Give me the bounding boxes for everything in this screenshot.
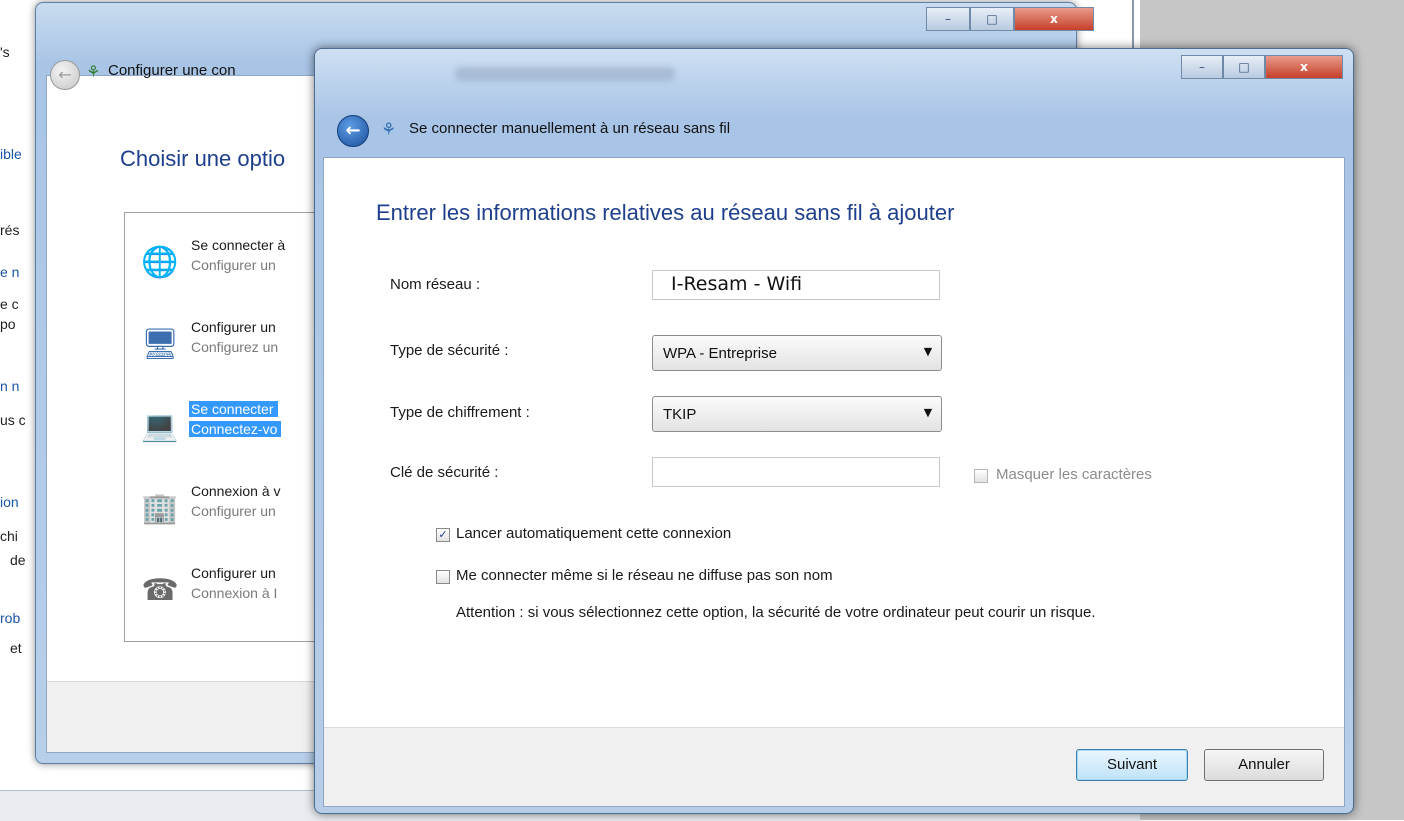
- background-link[interactable]: e n: [0, 264, 19, 280]
- connection-option[interactable]: 🖥 Configurer un Configurez un: [133, 317, 333, 377]
- blurred-caption: [455, 67, 675, 81]
- background-text: rés: [0, 222, 20, 238]
- background-text: 's: [0, 44, 10, 60]
- option-subtitle: Configurez un: [191, 339, 279, 355]
- security-key-input[interactable]: [652, 457, 940, 487]
- connection-option[interactable]: 🏢 Connexion à v Configurer un: [133, 481, 333, 541]
- dialog-footer: Suivant Annuler: [324, 727, 1344, 806]
- background-text: po: [0, 316, 16, 332]
- connect-hidden-label: Me connecter même si le réseau ne diffus…: [456, 567, 833, 584]
- background-text: e c: [0, 296, 19, 312]
- option-title: Se connecter: [189, 401, 278, 417]
- security-type-select[interactable]: WPA - Entreprise ▼: [652, 335, 942, 371]
- auto-start-label: Lancer automatiquement cette connexion: [456, 525, 732, 542]
- encryption-type-value: TKIP: [663, 406, 697, 423]
- dialog-title: Se connecter manuellement à un réseau sa…: [409, 120, 731, 137]
- background-link[interactable]: rob: [0, 610, 20, 626]
- back-window-controls: – □ x: [926, 7, 1098, 33]
- option-subtitle: Connectez-vo: [189, 421, 282, 437]
- background-text: us c: [0, 412, 26, 428]
- dropdown-arrow-icon: ▼: [923, 406, 933, 419]
- connection-options-list: 🌐 Se connecter à Configurer un 🖥 Configu…: [124, 212, 346, 642]
- globe-network-icon: 🌐: [141, 245, 179, 280]
- back-window-title: Configurer une con: [108, 62, 236, 79]
- manual-wifi-dialog: – □ x ← ⚘ Se connecter manuellement à un…: [314, 48, 1354, 814]
- encryption-type-select[interactable]: TKIP ▼: [652, 396, 942, 432]
- cancel-button[interactable]: Annuler: [1204, 749, 1324, 781]
- connection-option-selected[interactable]: 💻 Se connecter Connectez-vo: [133, 399, 333, 459]
- wireless-network-icon: ⚘: [381, 120, 397, 140]
- security-type-label: Type de sécurité :: [390, 342, 509, 359]
- background-text: et: [10, 640, 22, 656]
- background-link[interactable]: n n: [0, 378, 19, 394]
- router-network-icon: 🖥: [140, 327, 180, 362]
- security-type-value: WPA - Entreprise: [663, 345, 777, 362]
- computer-wireless-icon: 💻: [141, 409, 179, 444]
- close-button[interactable]: x: [1014, 7, 1094, 31]
- maximize-button[interactable]: □: [1223, 55, 1265, 79]
- background-link[interactable]: ible: [0, 146, 22, 162]
- background-link[interactable]: ion: [0, 494, 19, 510]
- connection-option[interactable]: ☎ Configurer un Connexion à I: [133, 563, 333, 623]
- maximize-button[interactable]: □: [970, 7, 1014, 31]
- close-button[interactable]: x: [1265, 55, 1343, 79]
- dialup-phone-icon: ☎: [141, 573, 179, 608]
- background-text: de: [10, 552, 26, 568]
- option-title: Configurer un: [191, 319, 276, 335]
- dialog-content: Entrer les informations relatives au rés…: [323, 157, 1345, 807]
- auto-start-checkbox[interactable]: ✓: [436, 528, 450, 542]
- back-arrow-icon[interactable]: ←: [50, 60, 80, 90]
- encryption-type-label: Type de chiffrement :: [390, 404, 530, 421]
- network-name-label: Nom réseau :: [390, 276, 481, 293]
- minimize-button[interactable]: –: [926, 7, 970, 31]
- option-title: Connexion à v: [191, 483, 281, 499]
- option-subtitle: Connexion à I: [191, 585, 278, 601]
- security-key-label: Clé de sécurité :: [390, 464, 499, 481]
- connection-option[interactable]: 🌐 Se connecter à Configurer un: [133, 235, 333, 295]
- background-text: chi: [0, 528, 18, 544]
- next-button[interactable]: Suivant: [1076, 749, 1188, 781]
- warning-text: Attention : si vous sélectionnez cette o…: [456, 604, 1096, 621]
- dropdown-arrow-icon: ▼: [923, 345, 933, 358]
- back-arrow-icon[interactable]: ←: [337, 115, 369, 147]
- option-title: Configurer un: [191, 565, 276, 581]
- hide-characters-label: Masquer les caractères: [996, 466, 1152, 483]
- network-setup-icon: ⚘: [86, 62, 101, 81]
- hide-characters-checkbox[interactable]: [974, 469, 988, 483]
- network-name-input[interactable]: I-Resam - Wifi: [652, 270, 940, 300]
- background-window-edge: 's ible rés e n e c po n n us c ion chi …: [0, 0, 40, 820]
- vpn-building-icon: 🏢: [141, 491, 179, 526]
- connect-hidden-checkbox[interactable]: [436, 570, 450, 584]
- minimize-button[interactable]: –: [1181, 55, 1223, 79]
- dialog-window-controls: – □ x: [1181, 55, 1345, 81]
- back-window-heading: Choisir une optio: [120, 146, 286, 171]
- dialog-heading: Entrer les informations relatives au rés…: [376, 200, 955, 225]
- option-subtitle: Configurer un: [191, 257, 276, 273]
- option-subtitle: Configurer un: [191, 503, 276, 519]
- option-title: Se connecter à: [191, 237, 286, 253]
- dialog-nav-bar: ← ⚘ Se connecter manuellement à un résea…: [323, 107, 1343, 153]
